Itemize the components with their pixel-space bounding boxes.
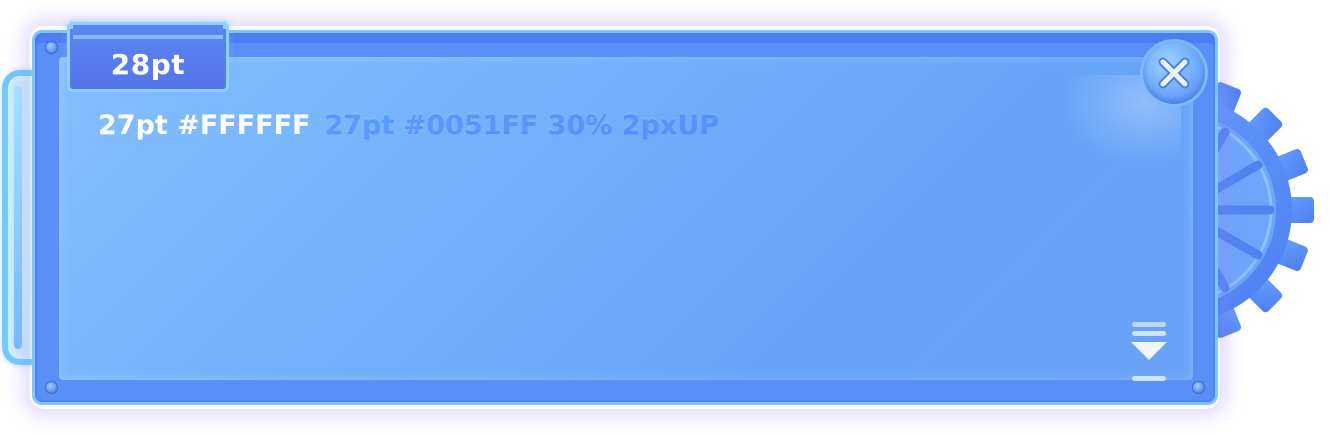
dialog-body-text: 27pt #FFFFFF 27pt #0051FF 30% 2pxUP [98, 108, 719, 144]
title-tab-cap [70, 21, 226, 29]
body-text-primary: 27pt #FFFFFF [98, 110, 311, 141]
close-button[interactable] [1143, 42, 1205, 104]
rivet-bottom-left [45, 381, 58, 394]
chevron-down-icon[interactable] [1127, 322, 1171, 382]
body-text-secondary: 27pt #0051FF 30% 2pxUP [324, 110, 720, 141]
title-tab: 28pt [67, 21, 229, 92]
left-handle-highlight [14, 86, 22, 349]
close-x-icon [1158, 57, 1190, 89]
dialog-title: 28pt [110, 48, 186, 81]
rivet-bottom-right [1192, 381, 1205, 394]
rivet-top-left [45, 41, 58, 54]
dialog-stage: 28pt 27pt #FFFFFF 27pt #0051FF 30% 2pxUP [0, 0, 1330, 435]
dialog-content-area [59, 57, 1193, 380]
